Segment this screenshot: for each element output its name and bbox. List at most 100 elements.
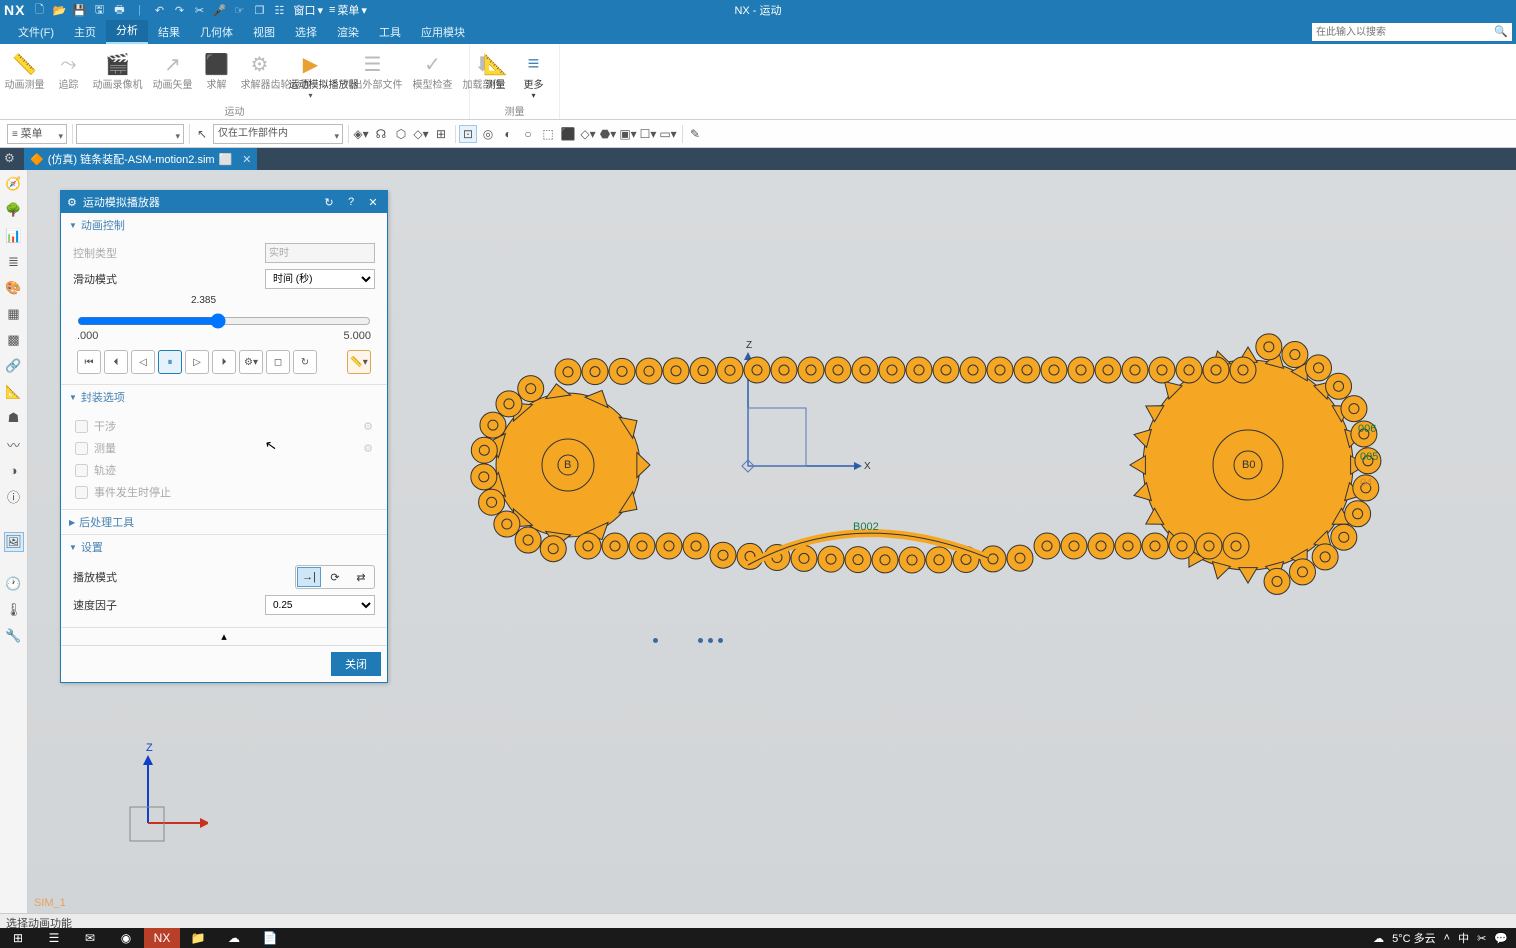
ribbon-recorder[interactable]: 🎬动画录像机 (89, 48, 147, 93)
collapse-handle[interactable]: ▴ (61, 628, 387, 645)
browser-icon[interactable]: ◉ (108, 928, 144, 948)
gear-icon[interactable]: ⚙ (67, 196, 77, 209)
mail-icon[interactable]: ✉ (72, 928, 108, 948)
save-icon[interactable]: 💾 (71, 2, 87, 18)
snap-5-icon[interactable]: ⬚ (539, 125, 557, 143)
menu-dropdown[interactable]: ≡ 菜单(M) (7, 124, 67, 144)
save-all-icon[interactable]: 🖫 (91, 2, 107, 18)
close-button[interactable]: 关闭 (331, 652, 381, 676)
section-package-options[interactable]: 封装选项 (61, 385, 387, 409)
close-icon[interactable]: ✕ (365, 194, 381, 210)
rail-layers-icon[interactable]: ≣ (4, 252, 24, 272)
speed-select[interactable]: 0.25 (265, 595, 375, 615)
rail-colors-icon[interactable]: 🎨 (4, 278, 24, 298)
touch-icon[interactable]: ☞ (231, 2, 247, 18)
stop-button[interactable]: ◻ (266, 350, 290, 374)
nx-taskbar-icon[interactable]: NX (144, 928, 180, 948)
next-frame-button[interactable]: ⏵ (212, 350, 236, 374)
ribbon-measure[interactable]: 📐测量 (478, 48, 514, 93)
ribbon-trace[interactable]: ⤳追踪 (51, 48, 87, 93)
loop-button[interactable]: ↻ (293, 350, 317, 374)
section-animation-control[interactable]: 动画控制 (61, 213, 387, 237)
rail-pmi-icon[interactable]: 📐 (4, 382, 24, 402)
snap-1-icon[interactable]: ⊡ (459, 125, 477, 143)
rail-tools-icon[interactable]: 🔧 (4, 626, 24, 646)
window-icon[interactable]: ❐ (251, 2, 267, 18)
rail-palette-icon[interactable]: 🌡 (4, 600, 24, 620)
help-icon[interactable]: ? (343, 194, 359, 210)
mode-pingpong-button[interactable]: ⇄ (349, 567, 373, 587)
view-triad[interactable]: Z X (98, 743, 208, 853)
prev-frame-button[interactable]: ⏴ (104, 350, 128, 374)
menu-tools[interactable]: 工具 (369, 20, 411, 44)
sel-3-icon[interactable]: ⬡ (392, 125, 410, 143)
rail-render-icon[interactable]: ◑ (4, 460, 24, 480)
cut-icon[interactable]: ✂ (191, 2, 207, 18)
rail-assem-icon[interactable]: ▩ (4, 330, 24, 350)
dialog-titlebar[interactable]: ⚙ 运动模拟播放器 ↻ ? ✕ (61, 191, 387, 213)
menu-render[interactable]: 渲染 (327, 20, 369, 44)
ribbon-more[interactable]: ≡更多▾ (516, 48, 552, 102)
time-slider[interactable] (77, 313, 371, 329)
screenshot-icon[interactable]: ✂ (1477, 932, 1486, 945)
snap-7-icon[interactable]: ◇▾ (579, 125, 597, 143)
chevron-up-icon[interactable]: ˄ (1444, 932, 1450, 944)
menu-results[interactable]: 结果 (148, 20, 190, 44)
sel-2-icon[interactable]: ☊ (372, 125, 390, 143)
menu-select[interactable]: 选择 (285, 20, 327, 44)
snap-8-icon[interactable]: ⬣▾ (599, 125, 617, 143)
tab-pin-icon[interactable]: ⬜ (219, 153, 233, 166)
menu-analysis[interactable]: 分析 (106, 18, 148, 44)
section-settings[interactable]: 设置 (61, 535, 387, 559)
scope-dropdown[interactable]: 仅在工作部件内 (213, 124, 343, 144)
record-button[interactable]: ⚙▾ (239, 350, 263, 374)
mode-loop-button[interactable]: ⟳ (323, 567, 347, 587)
menu-geometry[interactable]: 几何体 (190, 20, 243, 44)
task-view-icon[interactable]: ☰ (36, 928, 72, 948)
menu-apps[interactable]: 应用模块 (411, 20, 475, 44)
ribbon-solve[interactable]: ⬛求解 (199, 48, 235, 93)
menu-home[interactable]: 主页 (64, 20, 106, 44)
explorer-icon[interactable]: 📁 (180, 928, 216, 948)
rail-wave-icon[interactable]: 〰 (4, 434, 24, 454)
ribbon-list-ext[interactable]: ☰列出外部文件 (339, 48, 407, 93)
rail-scene-icon[interactable]: 🖼 (4, 532, 24, 552)
sel-1-icon[interactable]: ◈▾ (352, 125, 370, 143)
play-rev-button[interactable]: ◁ (131, 350, 155, 374)
rail-tree-icon[interactable]: 🌳 (4, 200, 24, 220)
search-icon[interactable]: 🔍 (1494, 25, 1508, 38)
ribbon-solver-gear[interactable]: ⚙求解器齿轮设置 (237, 48, 283, 93)
cursor-icon[interactable]: ↖ (193, 125, 211, 143)
open-icon[interactable]: 📂 (51, 2, 67, 18)
undo-icon[interactable]: ↶ (151, 2, 167, 18)
rail-grid-icon[interactable]: ▦ (4, 304, 24, 324)
print-icon[interactable]: 🖶 (111, 2, 127, 18)
app2-icon[interactable]: 📄 (252, 928, 288, 948)
snap-11-icon[interactable]: ▭▾ (659, 125, 677, 143)
ime-icon[interactable]: 中 (1458, 930, 1469, 946)
snap-10-icon[interactable]: ☐▾ (639, 125, 657, 143)
snap-2-icon[interactable]: ◎ (479, 125, 497, 143)
rail-history-icon[interactable]: 🕐 (4, 574, 24, 594)
weather-icon[interactable]: ☁ (1373, 932, 1384, 945)
section-postprocess[interactable]: 后处理工具 (61, 510, 387, 534)
rail-nav-icon[interactable]: 🧭 (4, 174, 24, 194)
sel-4-icon[interactable]: ◇▾ (412, 125, 430, 143)
cascade-icon[interactable]: ☷ (271, 2, 287, 18)
sel-5-icon[interactable]: ⊞ (432, 125, 450, 143)
system-tray[interactable]: ☁ 5°C 多云 ˄ 中 ✂ 💬 (1373, 930, 1516, 946)
tab-close-icon[interactable]: ✕ (242, 153, 251, 166)
slide-mode-select[interactable]: 时间 (秒) (265, 269, 375, 289)
title-simple-menu[interactable]: ≡ 菜单 ▾ (329, 2, 367, 18)
first-frame-button[interactable]: ⏮ (77, 350, 101, 374)
mode-once-button[interactable]: →| (297, 567, 321, 587)
snap-3-icon[interactable]: ◐ (499, 125, 517, 143)
menu-view[interactable]: 视图 (243, 20, 285, 44)
mic-icon[interactable]: 🎤 (211, 2, 227, 18)
notif-icon[interactable]: 💬 (1494, 932, 1508, 945)
play-fwd-button[interactable]: ▷ (185, 350, 209, 374)
ribbon-player[interactable]: ▶运动模拟播放器▾ (285, 48, 337, 102)
rail-info-icon[interactable]: ⓘ (4, 486, 24, 506)
start-button[interactable]: ⊞ (0, 928, 36, 948)
rail-sim-icon[interactable]: 📊 (4, 226, 24, 246)
